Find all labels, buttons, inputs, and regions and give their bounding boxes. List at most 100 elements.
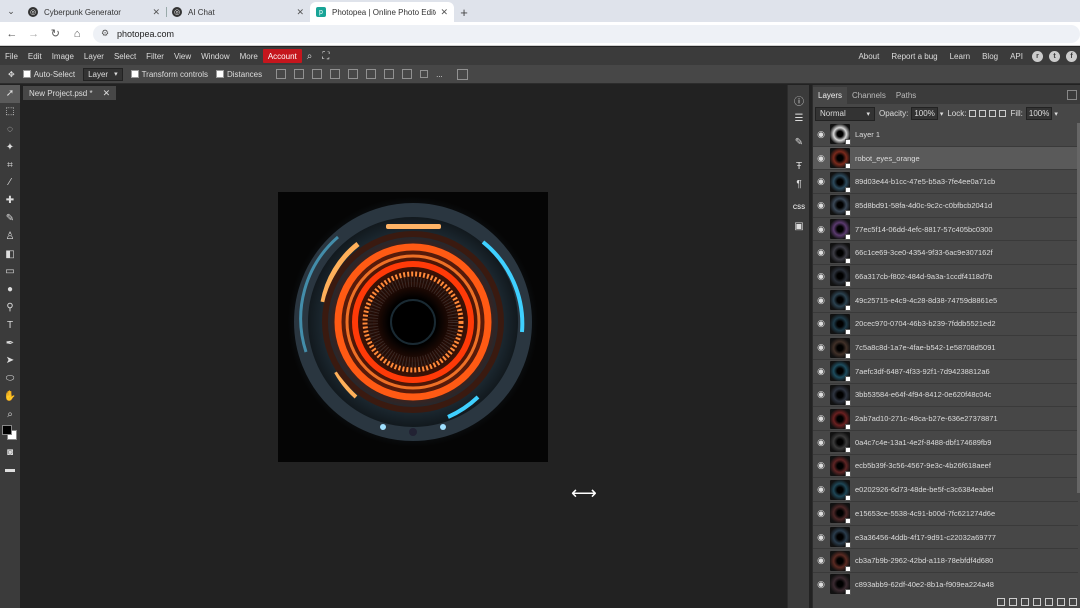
close-icon[interactable]: ✕ bbox=[103, 88, 111, 99]
visibility-eye-icon[interactable]: ◉ bbox=[813, 295, 829, 306]
new-group-icon[interactable] bbox=[1045, 597, 1053, 606]
menu-layer[interactable]: Layer bbox=[79, 49, 109, 63]
css-icon[interactable]: CSS bbox=[788, 199, 810, 217]
layer-row[interactable]: ◉ 89d03e44-b1cc-47e5-b5a3-7fe4ee0a71cb bbox=[813, 170, 1078, 195]
panel-menu-icon[interactable] bbox=[1067, 90, 1077, 100]
adjustment-layer-icon[interactable] bbox=[1033, 597, 1041, 606]
align-middle-icon[interactable] bbox=[294, 69, 305, 79]
character-icon[interactable]: Ŧ bbox=[788, 157, 810, 175]
visibility-eye-icon[interactable]: ◉ bbox=[813, 579, 829, 590]
align-left-icon[interactable] bbox=[348, 69, 359, 79]
align-top-icon[interactable] bbox=[276, 69, 287, 79]
visibility-eye-icon[interactable]: ◉ bbox=[813, 176, 829, 187]
eraser-tool-icon[interactable]: ◧ bbox=[0, 245, 20, 263]
shape-tool-icon[interactable]: ⬭ bbox=[0, 370, 20, 388]
menu-image[interactable]: Image bbox=[47, 49, 79, 63]
search-icon[interactable]: ⌕ bbox=[302, 51, 318, 62]
layer-row[interactable]: ◉ Layer 1 bbox=[813, 123, 1078, 147]
layer-mask-icon[interactable] bbox=[1021, 597, 1029, 606]
layer-row[interactable]: ◉ 49c25715-e4c9-4c28-8d38-74759d8861e5 bbox=[813, 289, 1078, 313]
new-tab-icon[interactable]: + bbox=[454, 2, 474, 22]
marquee-tool-icon[interactable]: ⬚ bbox=[0, 103, 20, 121]
layer-row[interactable]: ◉ 0a4c7c4e-13a1-4e2f-8488-dbf174689fb9 bbox=[813, 431, 1078, 455]
layer-row[interactable]: ◉ cb3a7b9b-2962-42bd-a118-78ebfdf4d680 bbox=[813, 549, 1078, 574]
menu-window[interactable]: Window bbox=[196, 49, 234, 63]
reload-icon[interactable]: ↻ bbox=[45, 24, 65, 44]
menu-view[interactable]: View bbox=[169, 49, 196, 63]
layer-row[interactable]: ◉ e0202926-6d73-48de-be5f-c3c6384eabef bbox=[813, 478, 1078, 502]
eyedropper-tool-icon[interactable]: ⁄ bbox=[0, 174, 20, 192]
lock-all-icon[interactable] bbox=[999, 110, 1007, 117]
distribute-horizontal-icon[interactable] bbox=[402, 69, 413, 79]
twitter-icon[interactable]: t bbox=[1049, 50, 1060, 62]
transform-controls-checkbox[interactable] bbox=[130, 70, 139, 78]
lock-pixels-icon[interactable] bbox=[979, 110, 987, 117]
move-tool-icon[interactable]: ➚ bbox=[0, 85, 20, 103]
site-info-icon[interactable]: ⚙ bbox=[101, 28, 109, 39]
layer-row[interactable]: ◉ 66c1ce69-3ce0-4354-9f33-6ac9e307162f bbox=[813, 241, 1078, 266]
distances-option[interactable]: Distances bbox=[215, 70, 262, 79]
facebook-icon[interactable]: f bbox=[1066, 50, 1077, 62]
visibility-eye-icon[interactable]: ◉ bbox=[813, 532, 829, 543]
browser-tab[interactable]: ◎ AI Chat ✕ bbox=[166, 2, 310, 22]
visibility-eye-icon[interactable]: ◉ bbox=[813, 366, 829, 377]
more-options[interactable]: ... bbox=[436, 70, 443, 79]
visibility-eye-icon[interactable]: ◉ bbox=[813, 437, 829, 448]
clone-stamp-tool-icon[interactable]: ♙ bbox=[0, 227, 20, 245]
tab-search-icon[interactable]: ⌄ bbox=[0, 0, 22, 22]
close-icon[interactable]: ✕ bbox=[440, 7, 448, 18]
layer-row[interactable]: ◉ 77ec5f14-06dd-4efc-8817-57c405bc0300 bbox=[813, 218, 1078, 242]
link-api[interactable]: API bbox=[1004, 49, 1029, 63]
opacity-dropdown-icon[interactable]: ▾ bbox=[940, 110, 944, 118]
info-icon[interactable]: ⓘ bbox=[788, 91, 810, 109]
align-center-icon[interactable] bbox=[366, 69, 377, 79]
lasso-tool-icon[interactable]: ◌ bbox=[0, 121, 20, 139]
visibility-eye-icon[interactable]: ◉ bbox=[813, 484, 829, 495]
layer-row[interactable]: ◉ e15653ce-5538-4c91-b00d-7fc621274d6e bbox=[813, 502, 1078, 526]
blend-mode-dropdown[interactable]: Normal ▾ bbox=[815, 106, 875, 121]
brush-settings-icon[interactable]: ✎ bbox=[788, 133, 810, 151]
transform-controls-option[interactable]: Transform controls bbox=[130, 70, 208, 79]
link-layers-icon[interactable] bbox=[997, 597, 1005, 606]
layer-row[interactable]: ◉ 7c5a8c8d-1a7e-4fae-b542-1e58708d5091 bbox=[813, 336, 1078, 360]
link-learn[interactable]: Learn bbox=[944, 49, 976, 63]
layer-row[interactable]: ◉ robot_eyes_orange bbox=[813, 146, 1078, 171]
brush-tool-icon[interactable]: ✎ bbox=[0, 210, 20, 228]
layer-row[interactable]: ◉ 66a317cb-f802-484d-9a3a-1ccdf4118d7b bbox=[813, 265, 1078, 289]
auto-select-checkbox[interactable] bbox=[22, 70, 31, 78]
hand-tool-icon[interactable]: ✋ bbox=[0, 388, 20, 406]
layer-row[interactable]: ◉ c893abb9-62df-40e2-8b1a-f909ea224a48 bbox=[813, 573, 1078, 595]
grid-layout-icon[interactable] bbox=[456, 68, 468, 80]
layer-row[interactable]: ◉ e3a36456-4ddb-4f17-9d91-c22032a69777 bbox=[813, 526, 1078, 550]
opacity-field[interactable]: 100% bbox=[911, 107, 938, 120]
visibility-eye-icon[interactable]: ◉ bbox=[813, 271, 829, 282]
visibility-eye-icon[interactable]: ◉ bbox=[813, 460, 829, 471]
layer-row[interactable]: ◉ 3bb53584-e64f-4f94-8412-0e620f48c04c bbox=[813, 384, 1078, 408]
visibility-eye-icon[interactable]: ◉ bbox=[813, 318, 829, 329]
align-bottom-icon[interactable] bbox=[312, 69, 323, 79]
visibility-eye-icon[interactable]: ◉ bbox=[813, 153, 829, 164]
layer-style-icon[interactable] bbox=[1009, 597, 1017, 606]
fullscreen-icon[interactable]: ⛶ bbox=[317, 51, 334, 62]
layer-row[interactable]: ◉ ecb5b39f-3c56-4567-9e3c-4b26f618aeef bbox=[813, 455, 1078, 479]
link-blog[interactable]: Blog bbox=[976, 49, 1004, 63]
color-swatches[interactable] bbox=[0, 423, 20, 443]
dodge-tool-icon[interactable]: ⚲ bbox=[0, 299, 20, 317]
magic-wand-tool-icon[interactable]: ✦ bbox=[0, 138, 20, 156]
menu-more[interactable]: More bbox=[235, 49, 263, 63]
layer-select-option[interactable]: Layer ▾ bbox=[83, 67, 123, 81]
zoom-tool-icon[interactable]: ⌕ bbox=[0, 405, 20, 423]
visibility-eye-icon[interactable]: ◉ bbox=[813, 413, 829, 424]
tab-channels[interactable]: Channels bbox=[847, 87, 891, 104]
menu-edit[interactable]: Edit bbox=[23, 49, 47, 63]
document-canvas[interactable] bbox=[278, 192, 548, 462]
menu-account[interactable]: Account bbox=[262, 49, 302, 63]
crop-tool-icon[interactable]: ⌗ bbox=[0, 156, 20, 174]
browser-tab[interactable]: p Photopea | Online Photo Editor ✕ bbox=[310, 2, 454, 22]
pen-tool-icon[interactable]: ✒ bbox=[0, 334, 20, 352]
close-icon[interactable]: ✕ bbox=[296, 7, 304, 18]
auto-select-target-dropdown[interactable]: Layer ▾ bbox=[83, 67, 123, 81]
forward-icon[interactable]: → bbox=[24, 24, 44, 44]
link-about[interactable]: About bbox=[852, 49, 885, 63]
menu-file[interactable]: File bbox=[0, 49, 23, 63]
